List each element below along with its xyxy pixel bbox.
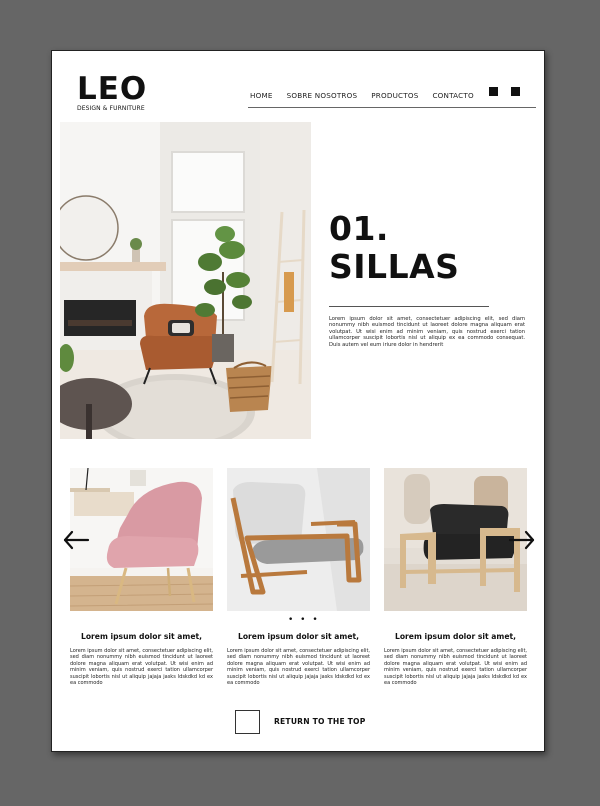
nav-square-icon[interactable] xyxy=(511,87,520,96)
brand-tagline: DESIGN & FURNITURE xyxy=(77,105,145,112)
nav-square-icon[interactable] xyxy=(489,87,498,96)
card-description: Lorem ipsum dolor sit amet, consectetuer… xyxy=(227,648,370,687)
card-title: Lorem ipsum dolor sit amet, xyxy=(81,632,202,641)
card-title: Lorem ipsum dolor sit amet, xyxy=(238,632,359,641)
brand-name: LEO xyxy=(77,71,148,107)
nav-item-sobre-nosotros[interactable]: SOBRE NOSOTROS xyxy=(287,91,358,100)
card-description: Lorem ipsum dolor sit amet, consectetuer… xyxy=(384,648,527,687)
product-image-pink-chair[interactable] xyxy=(70,468,213,611)
main-nav: HOME SOBRE NOSOTROS PRODUCTOS CONTACTO xyxy=(250,91,474,100)
brand-logo[interactable]: LEO DESIGN & FURNITURE xyxy=(77,71,148,113)
arrow-left-icon[interactable] xyxy=(62,529,90,551)
product-image-black-armchair[interactable] xyxy=(384,468,527,611)
product-image-lounge-chair[interactable] xyxy=(227,468,370,611)
hero-heading: 01. SILLAS xyxy=(329,210,459,286)
nav-divider xyxy=(248,107,536,108)
hero-number: 01. xyxy=(329,209,389,248)
return-top-label[interactable]: RETURN TO THE TOP xyxy=(274,717,365,726)
return-top-button[interactable] xyxy=(235,710,260,734)
nav-item-contacto[interactable]: CONTACTO xyxy=(432,91,473,100)
hero-divider xyxy=(329,306,489,307)
hero-image xyxy=(60,122,311,439)
arrow-right-icon[interactable] xyxy=(508,529,536,551)
hero-title: SILLAS xyxy=(329,247,460,286)
carousel-pagination-dots[interactable]: • • • xyxy=(288,615,320,625)
card-title: Lorem ipsum dolor sit amet, xyxy=(395,632,516,641)
page-artboard: LEO DESIGN & FURNITURE HOME SOBRE NOSOTR… xyxy=(51,50,545,752)
card-description: Lorem ipsum dolor sit amet, consectetuer… xyxy=(70,648,213,687)
hero-description: Lorem ipsum dolor sit amet, consectetuer… xyxy=(329,316,525,348)
nav-item-home[interactable]: HOME xyxy=(250,91,273,100)
nav-item-productos[interactable]: PRODUCTOS xyxy=(371,91,418,100)
